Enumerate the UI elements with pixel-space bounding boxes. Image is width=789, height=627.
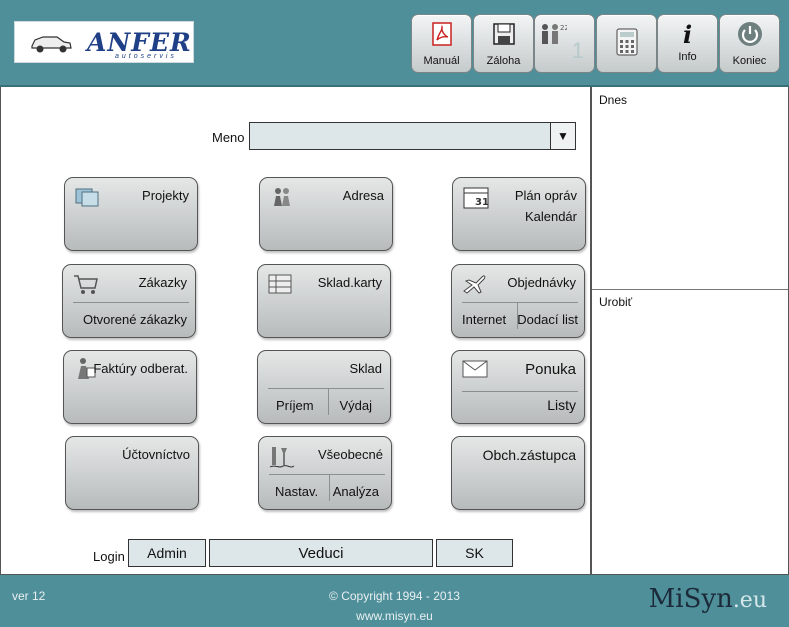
side-panel: Dnes Urobiť [591,87,789,575]
projects-tile[interactable]: Projekty [64,177,198,251]
svg-text:22: 22 [560,24,567,32]
logo-subtitle: autoservis [115,53,177,60]
internet-button[interactable]: Internet [462,312,506,327]
todo-label: Urobiť [599,295,633,309]
sales-rep-tile[interactable]: Obch.zástupca [451,436,585,510]
car-icon [31,36,72,53]
pdf-icon [431,22,452,46]
people-icon [274,188,290,206]
manual-label: Manuál [423,55,460,67]
info-label: Info [678,51,697,63]
users-icon: 22 [542,24,567,44]
power-icon [737,22,762,46]
accounting-label: Účtovníctvo [122,447,190,462]
offer-tile[interactable]: Ponuka Listy [451,350,585,424]
general-label: Všeobecné [317,447,383,462]
sales-rep-label: Obch.zástupca [482,447,576,463]
svg-text:31: 31 [475,197,489,208]
cards-icon [268,274,292,294]
delivery-note-button[interactable]: Dodací list [517,312,578,327]
analysis-button[interactable]: Analýza [333,484,379,499]
projects-label: Projekty [142,188,189,203]
manual-button[interactable]: Manuál [411,14,472,73]
orders-divider [73,302,189,303]
repair-plan-label: Plán opráv [514,188,577,203]
general-divider [269,474,385,475]
backup-button[interactable]: Záloha [473,14,534,73]
calculator-button[interactable] [596,14,657,73]
language-button[interactable]: SK [436,539,513,567]
backup-label: Záloha [486,55,521,67]
header-bar: ANFER autoservis Manuál Záloha 22 1 i In… [0,0,789,87]
issue-button[interactable]: Výdaj [339,398,372,413]
calculator-icon [616,28,637,56]
stock-cards-tile[interactable]: Sklad.karty [257,264,391,338]
calendar-label: Kalendár [524,209,577,224]
folders-icon [75,188,99,207]
stock-cards-label: Sklad.karty [317,275,382,290]
today-label: Dnes [599,93,628,107]
purchase-orders-divider [462,302,578,303]
receipt-button[interactable]: Príjem [276,398,314,413]
repair-plan-tile[interactable]: 31 Plán opráv Kalendár [452,177,586,251]
settings-button[interactable]: Nastav. [275,484,318,499]
address-label: Adresa [342,188,384,203]
envelope-icon [462,360,488,378]
info-icon: i [682,19,693,49]
invoices-label: Faktúry odberat. [93,361,188,376]
cart-icon [74,275,98,294]
info-button[interactable]: i Info [657,14,718,73]
letters-button[interactable]: Listy [547,397,576,413]
warehouse-label: Sklad [349,361,382,376]
misyn-logo-tld: .eu [732,588,767,613]
footer-bar: ver 12 © Copyright 1994 - 2013 www.misyn… [0,575,789,627]
purchase-orders-tile[interactable]: Objednávky Internet Dodací list [451,264,585,338]
login-label: Login [93,549,125,564]
login-user-button[interactable]: Admin [128,539,206,567]
accounting-tile[interactable]: Účtovníctvo [65,436,199,510]
warehouse-vdivider [328,388,329,415]
company-logo: ANFER autoservis [14,21,194,63]
role-field[interactable]: Veduci [209,539,433,567]
orders-tile[interactable]: Zákazky Otvorené zákazky [62,264,196,338]
tools-icon [269,447,295,468]
purchase-orders-label: Objednávky [507,275,576,290]
users-button[interactable]: 22 1 [534,14,595,73]
offer-divider [462,391,578,392]
misyn-logo-text: MiSyn [648,584,733,614]
misyn-logo: MiSyn.eu [649,584,767,614]
exit-button[interactable]: Koniec [719,14,780,73]
warehouse-divider [268,388,384,389]
meno-label: Meno [212,130,245,145]
general-vdivider [329,474,330,501]
invoices-tile[interactable]: Faktúry odberat. [63,350,197,424]
floppy-icon [492,23,515,45]
open-orders-label: Otvorené zákazky [82,312,187,327]
dropdown-arrow-icon[interactable]: ▼ [550,123,575,149]
side-divider [592,289,788,290]
airplane-icon [463,275,486,294]
users-count: 1 [571,38,584,63]
general-tile[interactable]: Všeobecné Nastav. Analýza [258,436,392,510]
offer-label: Ponuka [525,361,576,378]
exit-label: Koniec [732,55,767,67]
calendar-icon: 31 [463,187,489,209]
warehouse-tile[interactable]: Sklad Príjem Výdaj [257,350,391,424]
orders-label: Zákazky [138,275,187,290]
meno-select[interactable]: ▼ [249,122,576,150]
address-tile[interactable]: Adresa [259,177,393,251]
